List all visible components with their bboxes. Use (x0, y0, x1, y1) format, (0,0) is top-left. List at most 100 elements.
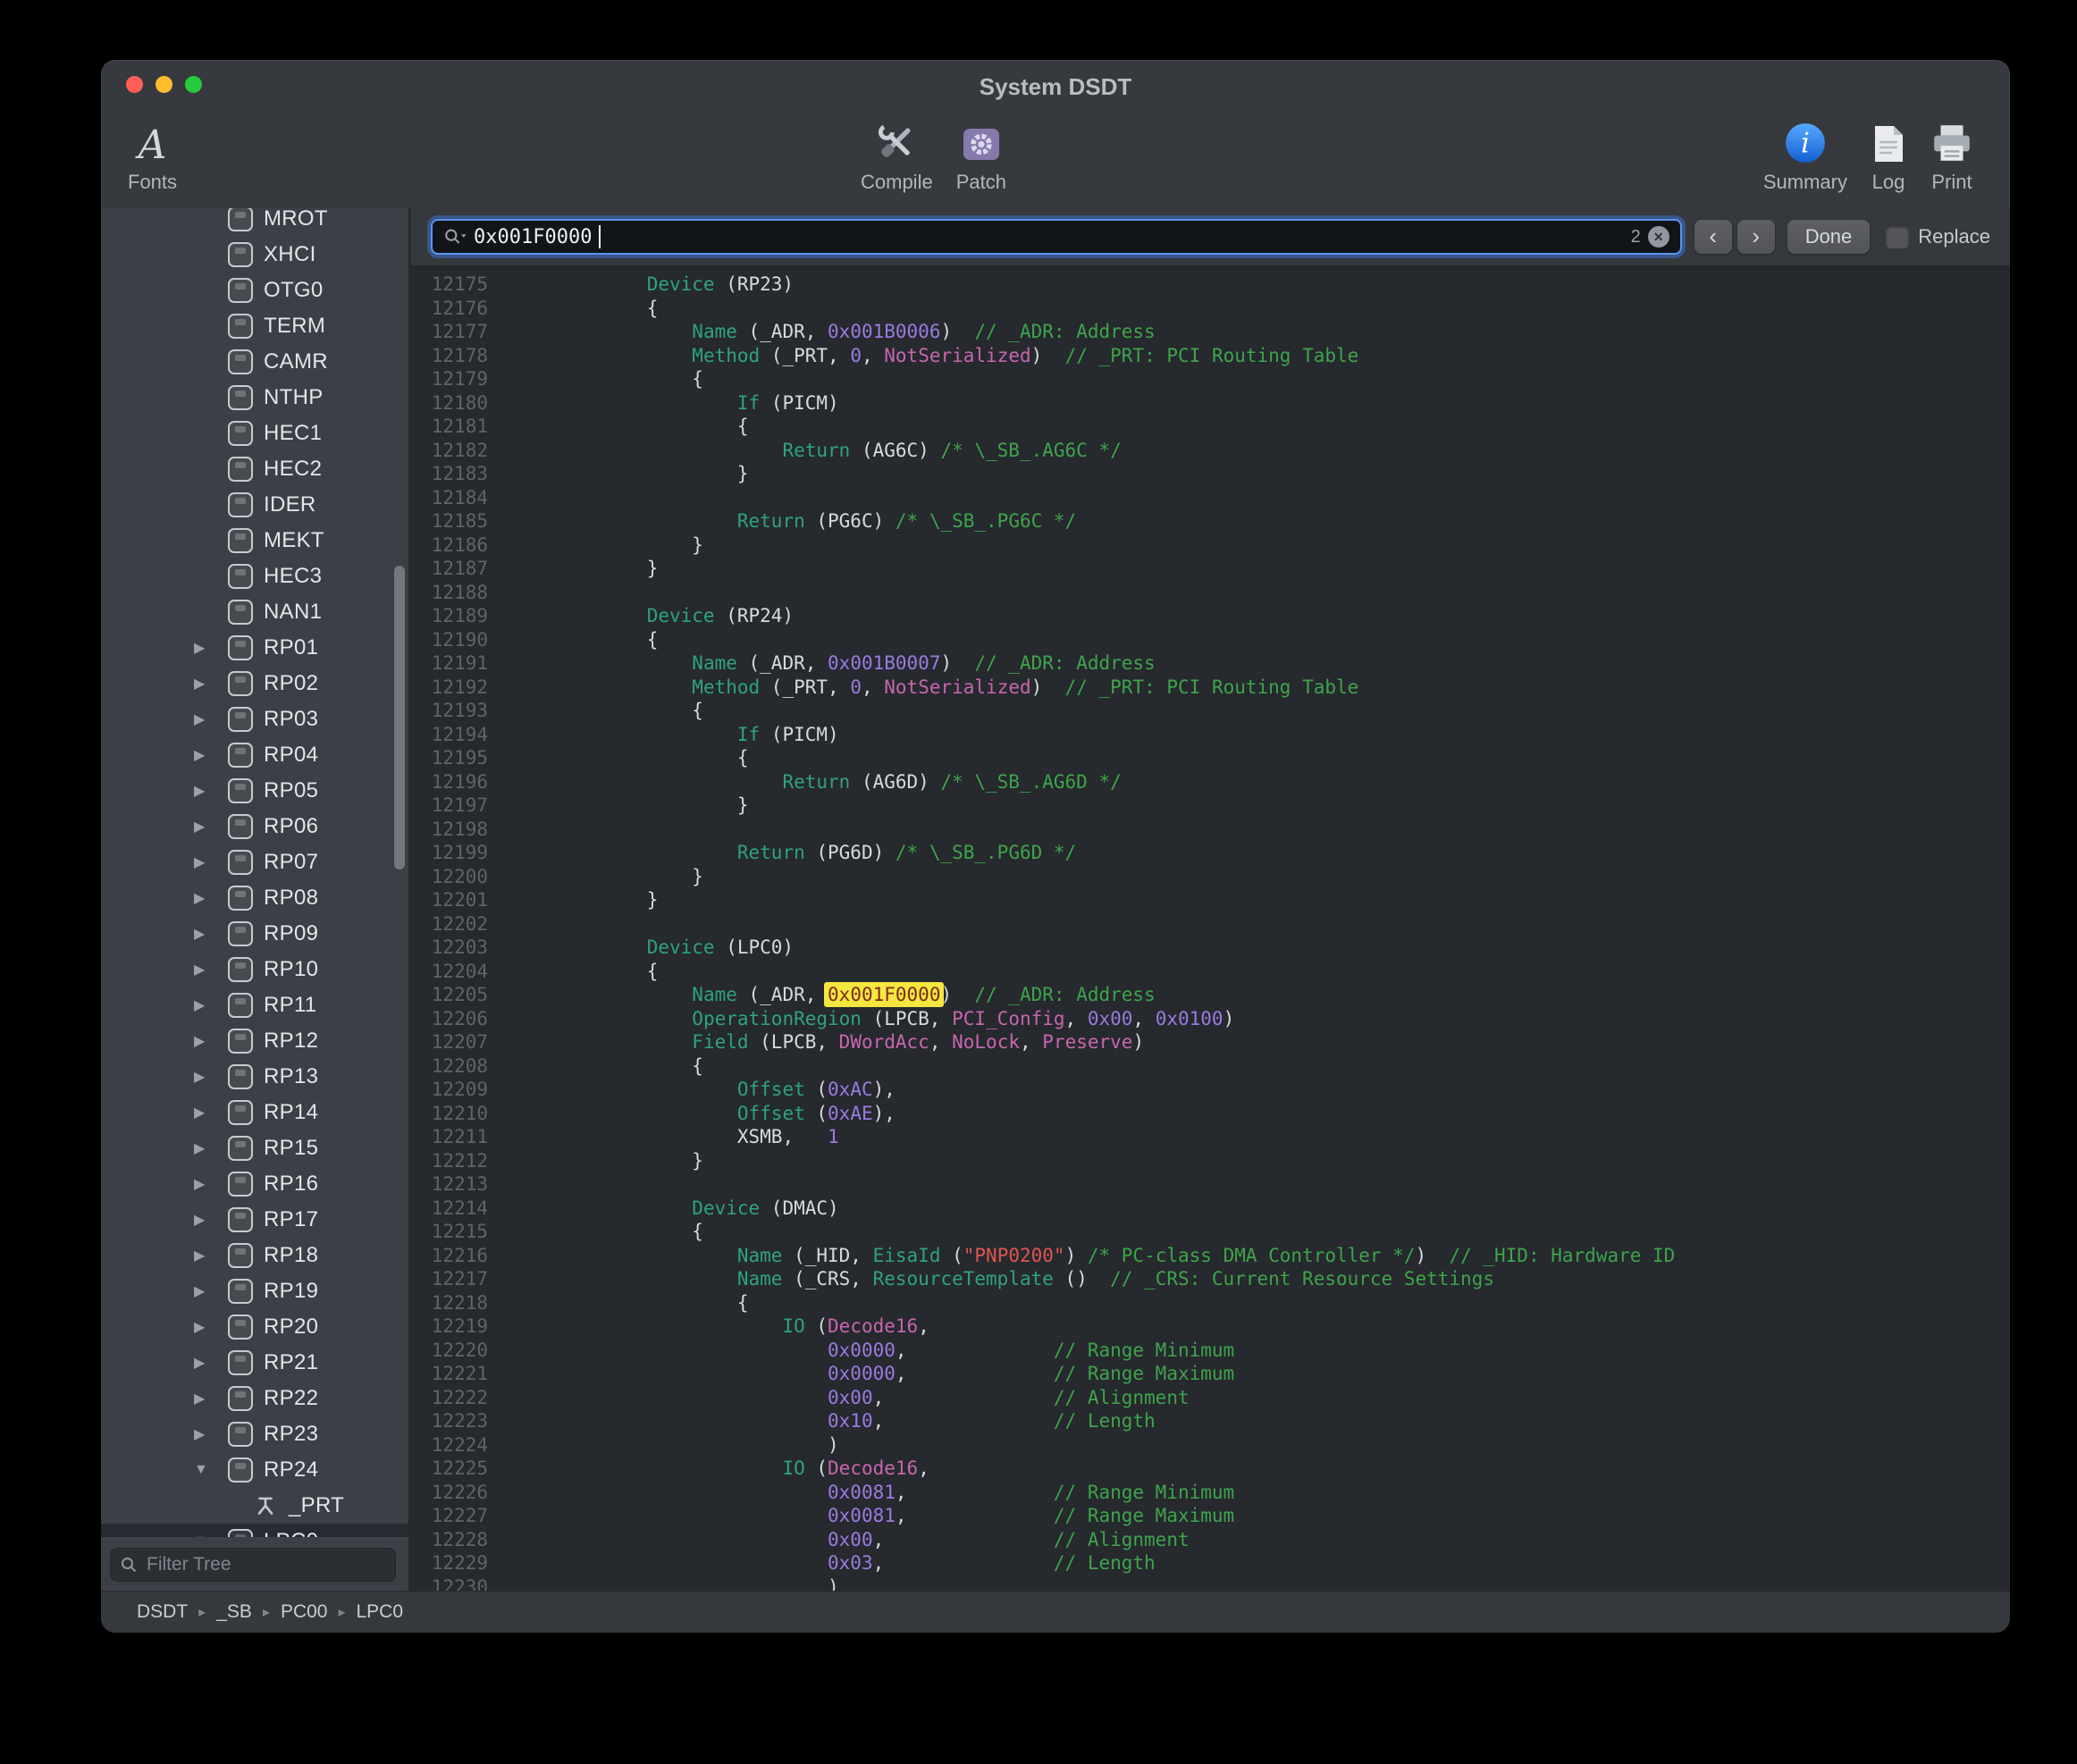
summary-button[interactable]: i Summary (1763, 110, 1847, 194)
code-line[interactable]: 12184 (411, 486, 2010, 510)
tree-item-rp05[interactable]: ▶RP05 (101, 773, 408, 809)
tree-item-rp02[interactable]: ▶RP02 (101, 666, 408, 701)
code-line[interactable]: 12201 } (411, 888, 2010, 912)
disclosure-collapsed-icon[interactable]: ▶ (194, 961, 228, 979)
tree-item-rp21[interactable]: ▶RP21 (101, 1345, 408, 1381)
code-line[interactable]: 12180 If (PICM) (411, 391, 2010, 416)
code-line[interactable]: 12222 0x00, // Alignment (411, 1386, 2010, 1410)
tree-item-ider[interactable]: IDER (101, 487, 408, 523)
breadcrumb-item-lpc0[interactable]: LPC0 (357, 1601, 404, 1623)
code-line[interactable]: 12226 0x0081, // Range Minimum (411, 1481, 2010, 1505)
compile-button[interactable]: Compile (861, 110, 933, 194)
tree-item-rp24[interactable]: ▼RP24 (101, 1452, 408, 1488)
code-line[interactable]: 12183 } (411, 462, 2010, 486)
tree-item-lpc0[interactable]: ▼LPC0 (101, 1524, 408, 1537)
breadcrumb-item-pc00[interactable]: PC00 (281, 1601, 328, 1623)
disclosure-collapsed-icon[interactable]: ▶ (194, 710, 228, 728)
code-line[interactable]: 12186 } (411, 533, 2010, 558)
disclosure-collapsed-icon[interactable]: ▶ (194, 1247, 228, 1264)
tree-item-hec2[interactable]: HEC2 (101, 451, 408, 487)
done-button[interactable]: Done (1787, 220, 1871, 254)
disclosure-collapsed-icon[interactable]: ▶ (194, 1425, 228, 1443)
tree-item-rp16[interactable]: ▶RP16 (101, 1166, 408, 1202)
previous-match-button[interactable]: ‹ (1694, 220, 1732, 254)
tree-item-nthp[interactable]: NTHP (101, 380, 408, 416)
disclosure-expanded-icon[interactable]: ▼ (194, 1533, 228, 1537)
tree-item-rp10[interactable]: ▶RP10 (101, 952, 408, 987)
disclosure-collapsed-icon[interactable]: ▶ (194, 1068, 228, 1086)
disclosure-collapsed-icon[interactable]: ▶ (194, 782, 228, 800)
tree-item-rp19[interactable]: ▶RP19 (101, 1273, 408, 1309)
code-line[interactable]: 12195 { (411, 746, 2010, 770)
code-line[interactable]: 12223 0x10, // Length (411, 1409, 2010, 1433)
disclosure-collapsed-icon[interactable]: ▶ (194, 1032, 228, 1050)
tree-item-rp07[interactable]: ▶RP07 (101, 844, 408, 880)
code-line[interactable]: 12175 Device (RP23) (411, 273, 2010, 297)
disclosure-collapsed-icon[interactable]: ▶ (194, 925, 228, 943)
code-line[interactable]: 12197 } (411, 794, 2010, 818)
code-line[interactable]: 12187 } (411, 557, 2010, 581)
code-line[interactable]: 12188 (411, 581, 2010, 605)
disclosure-collapsed-icon[interactable]: ▶ (194, 675, 228, 693)
tree-item-rp03[interactable]: ▶RP03 (101, 701, 408, 737)
replace-checkbox[interactable] (1886, 225, 1909, 248)
tree-item-hec3[interactable]: HEC3 (101, 559, 408, 594)
code-line[interactable]: 12203 Device (LPC0) (411, 936, 2010, 960)
tree-item-rp01[interactable]: ▶RP01 (101, 630, 408, 666)
code-line[interactable]: 12178 Method (_PRT, 0, NotSerialized) //… (411, 344, 2010, 368)
log-button[interactable]: Log (1867, 110, 1910, 194)
sidebar-scrollbar-thumb[interactable] (394, 566, 405, 869)
code-line[interactable]: 12181 { (411, 415, 2010, 439)
filter-tree-input[interactable] (145, 1553, 386, 1576)
code-line[interactable]: 12199 Return (PG6D) /* \_SB_.PG6D */ (411, 841, 2010, 865)
tree-item-rp08[interactable]: ▶RP08 (101, 880, 408, 916)
code-line[interactable]: 12191 Name (_ADR, 0x001B0007) // _ADR: A… (411, 651, 2010, 676)
code-line[interactable]: 12229 0x03, // Length (411, 1551, 2010, 1575)
code-line[interactable]: 12230 ) (411, 1575, 2010, 1592)
code-line[interactable]: 12192 Method (_PRT, 0, NotSerialized) //… (411, 676, 2010, 700)
tree-item-rp17[interactable]: ▶RP17 (101, 1202, 408, 1238)
code-editor[interactable]: 12175 Device (RP23)12176 {12177 Name (_A… (411, 265, 2010, 1591)
code-line[interactable]: 12177 Name (_ADR, 0x001B0006) // _ADR: A… (411, 320, 2010, 344)
filter-tree-field[interactable] (110, 1548, 396, 1582)
tree-item-mrot[interactable]: MROT (101, 208, 408, 237)
code-line[interactable]: 12194 If (PICM) (411, 723, 2010, 747)
code-line[interactable]: 12202 (411, 912, 2010, 937)
breadcrumb-item-dsdt[interactable]: DSDT (137, 1601, 188, 1623)
disclosure-collapsed-icon[interactable]: ▶ (194, 1211, 228, 1229)
code-line[interactable]: 12208 { (411, 1054, 2010, 1079)
tree-item-rp14[interactable]: ▶RP14 (101, 1095, 408, 1130)
code-line[interactable]: 12176 { (411, 297, 2010, 321)
tree-item-rp09[interactable]: ▶RP09 (101, 916, 408, 952)
code-line[interactable]: 12220 0x0000, // Range Minimum (411, 1339, 2010, 1363)
next-match-button[interactable]: › (1737, 220, 1775, 254)
code-line[interactable]: 12189 Device (RP24) (411, 604, 2010, 628)
disclosure-collapsed-icon[interactable]: ▶ (194, 1354, 228, 1372)
patch-button[interactable]: Patch (956, 110, 1006, 194)
search-menu-icon[interactable] (443, 226, 467, 248)
code-line[interactable]: 12221 0x0000, // Range Maximum (411, 1362, 2010, 1386)
tree-item-mekt[interactable]: MEKT (101, 523, 408, 559)
code-line[interactable]: 12210 Offset (0xAE), (411, 1102, 2010, 1126)
disclosure-collapsed-icon[interactable]: ▶ (194, 639, 228, 657)
code-line[interactable]: 12215 { (411, 1220, 2010, 1244)
code-line[interactable]: 12185 Return (PG6C) /* \_SB_.PG6C */ (411, 509, 2010, 533)
code-line[interactable]: 12179 { (411, 367, 2010, 391)
tree-item-rp04[interactable]: ▶RP04 (101, 737, 408, 773)
code-line[interactable]: 12228 0x00, // Alignment (411, 1528, 2010, 1552)
disclosure-collapsed-icon[interactable]: ▶ (194, 853, 228, 871)
code-line[interactable]: 12204 { (411, 960, 2010, 984)
disclosure-collapsed-icon[interactable]: ▶ (194, 1390, 228, 1407)
code-line[interactable]: 12205 Name (_ADR, 0x001F0000) // _ADR: A… (411, 983, 2010, 1007)
code-line[interactable]: 12225 IO (Decode16, (411, 1457, 2010, 1481)
code-line[interactable]: 12200 } (411, 865, 2010, 889)
disclosure-collapsed-icon[interactable]: ▶ (194, 818, 228, 836)
tree-item-rp15[interactable]: ▶RP15 (101, 1130, 408, 1166)
tree-item-rp11[interactable]: ▶RP11 (101, 987, 408, 1023)
disclosure-collapsed-icon[interactable]: ▶ (194, 746, 228, 764)
fonts-button[interactable]: A Fonts (128, 110, 177, 194)
print-button[interactable]: Print (1930, 110, 1974, 194)
disclosure-collapsed-icon[interactable]: ▶ (194, 1318, 228, 1336)
disclosure-collapsed-icon[interactable]: ▶ (194, 1104, 228, 1121)
code-line[interactable]: 12218 { (411, 1291, 2010, 1315)
